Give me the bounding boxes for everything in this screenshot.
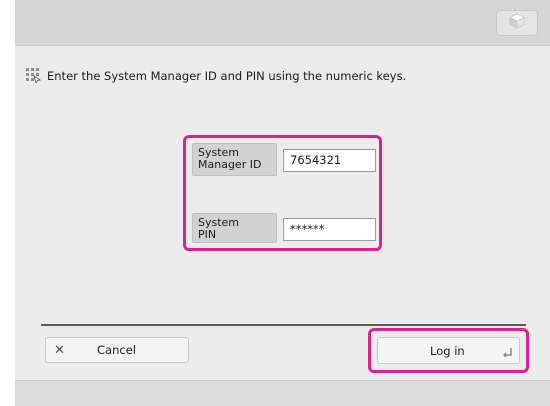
- keypad-icon: [25, 67, 42, 86]
- manager-id-label: System Manager ID: [192, 143, 277, 176]
- instruction-text: Enter the System Manager ID and PIN usin…: [47, 69, 407, 83]
- screen: Enter the System Manager ID and PIN usin…: [15, 0, 550, 406]
- login-button[interactable]: Log in: [377, 337, 520, 364]
- footer-divider: [41, 324, 526, 326]
- top-bar: [15, 0, 550, 43]
- enter-corner-icon: [503, 346, 513, 360]
- pin-field[interactable]: ******: [283, 218, 376, 241]
- login-highlight: Log in: [368, 328, 529, 373]
- cancel-button[interactable]: ✕ Cancel: [45, 337, 189, 363]
- pin-label-line2: PIN: [198, 228, 217, 241]
- corner-menu-button[interactable]: [496, 10, 538, 36]
- status-strip: [15, 381, 550, 406]
- manager-id-field[interactable]: 7654321: [283, 149, 376, 172]
- cube-icon: [509, 13, 525, 33]
- login-label: Log in: [430, 344, 465, 358]
- pin-label: System PIN: [192, 213, 277, 243]
- login-panel: Enter the System Manager ID and PIN usin…: [15, 45, 550, 381]
- cancel-label: Cancel: [97, 343, 136, 357]
- manager-id-label-line2: Manager ID: [198, 158, 262, 171]
- instruction-row: Enter the System Manager ID and PIN usin…: [25, 67, 406, 85]
- close-icon: ✕: [54, 343, 65, 358]
